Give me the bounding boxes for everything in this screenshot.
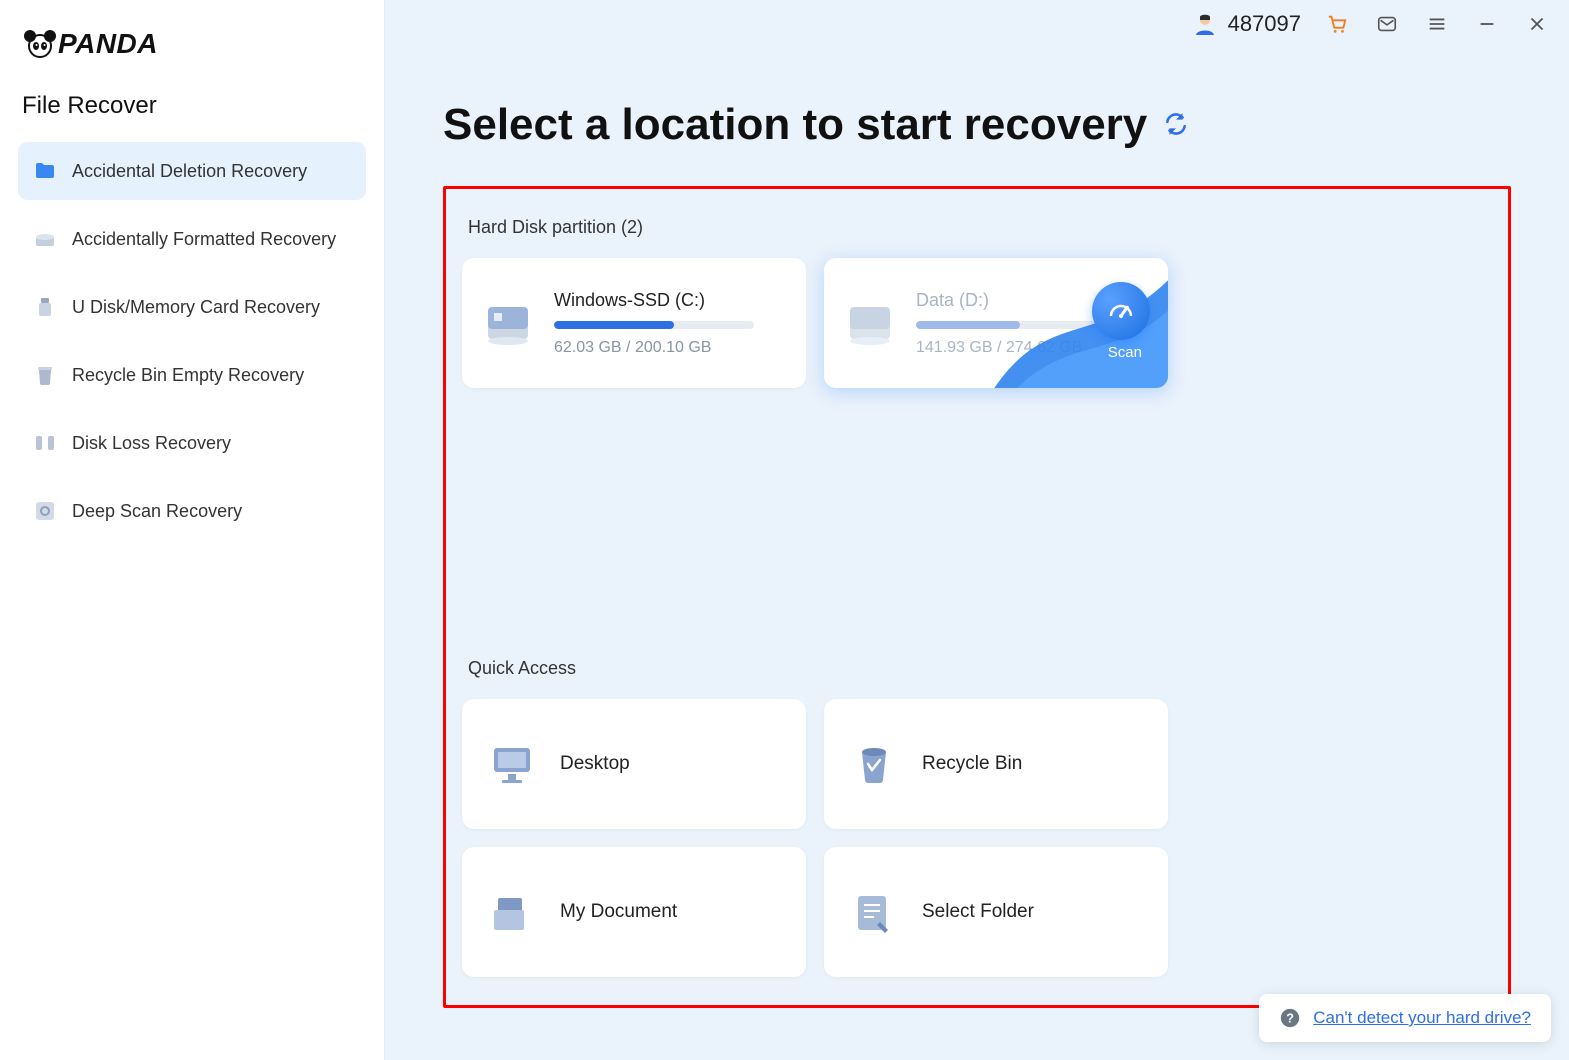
partition-card-d[interactable]: Data (D:) 141.93 GB / 274.62 GB	[824, 258, 1168, 388]
quick-card-desktop[interactable]: Desktop	[462, 699, 806, 829]
quick-card-select-folder[interactable]: Select Folder	[824, 847, 1168, 977]
page-title: Select a location to start recovery	[443, 100, 1147, 150]
select-folder-icon	[848, 886, 900, 938]
sidebar-item-accidental-deletion[interactable]: Accidental Deletion Recovery	[18, 142, 366, 200]
refresh-button[interactable]	[1163, 111, 1191, 139]
hdd-icon	[842, 295, 898, 351]
svg-text:?: ?	[1286, 1011, 1294, 1026]
recycle-bin-icon	[848, 738, 900, 790]
panda-icon	[22, 26, 58, 62]
partition-section-label: Hard Disk partition (2)	[462, 217, 1492, 238]
brand-text: PANDA	[58, 28, 158, 60]
minimize-button[interactable]	[1473, 10, 1501, 38]
sidebar-item-label: U Disk/Memory Card Recovery	[72, 297, 320, 318]
gauge-icon	[1106, 296, 1136, 326]
location-selection-area: Hard Disk partition (2) Windows-SSD (C:)	[443, 186, 1511, 1008]
partition-icon	[32, 430, 58, 456]
sidebar-item-label: Disk Loss Recovery	[72, 433, 231, 454]
quick-label: My Document	[560, 901, 677, 923]
help-icon: ?	[1279, 1007, 1301, 1029]
cart-icon	[1326, 13, 1348, 35]
partition-usage: 62.03 GB / 200.10 GB	[554, 339, 788, 357]
sidebar: PANDA File Recover Accidental Deletion R…	[0, 0, 385, 1060]
sidebar-item-label: Deep Scan Recovery	[72, 501, 242, 522]
usb-icon	[32, 294, 58, 320]
quick-card-recycle-bin[interactable]: Recycle Bin	[824, 699, 1168, 829]
close-button[interactable]	[1523, 10, 1551, 38]
help-bubble[interactable]: ? Can't detect your hard drive?	[1259, 994, 1551, 1042]
trash-icon	[32, 362, 58, 388]
quick-card-my-document[interactable]: My Document	[462, 847, 806, 977]
sidebar-item-recycle-bin[interactable]: Recycle Bin Empty Recovery	[18, 346, 366, 404]
usage-fill	[916, 321, 1020, 329]
scan-icon	[32, 498, 58, 524]
close-icon	[1526, 13, 1548, 35]
sidebar-item-udisk[interactable]: U Disk/Memory Card Recovery	[18, 278, 366, 336]
cart-button[interactable]	[1323, 10, 1351, 38]
refresh-icon	[1163, 111, 1189, 137]
help-link-text: Can't detect your hard drive?	[1313, 1008, 1531, 1028]
quick-access-label: Quick Access	[462, 658, 1492, 679]
scan-label: Scan	[1108, 344, 1142, 361]
quick-label: Desktop	[560, 753, 630, 775]
quick-label: Select Folder	[922, 901, 1034, 923]
sidebar-title: File Recover	[18, 92, 366, 120]
titlebar: 487097	[1192, 10, 1551, 38]
user-badge[interactable]: 487097	[1192, 11, 1301, 37]
hamburger-icon	[1426, 13, 1448, 35]
desktop-icon	[486, 738, 538, 790]
partition-card-c[interactable]: Windows-SSD (C:) 62.03 GB / 200.10 GB	[462, 258, 806, 388]
avatar-icon	[1192, 11, 1218, 37]
folder-icon	[32, 158, 58, 184]
sidebar-item-label: Accidentally Formatted Recovery	[72, 229, 336, 250]
brand-logo: PANDA	[18, 26, 366, 62]
quick-label: Recycle Bin	[922, 753, 1022, 775]
sidebar-item-formatted[interactable]: Accidentally Formatted Recovery	[18, 210, 366, 268]
mail-icon	[1376, 13, 1398, 35]
mail-button[interactable]	[1373, 10, 1401, 38]
sidebar-item-deep-scan[interactable]: Deep Scan Recovery	[18, 482, 366, 540]
partition-name: Windows-SSD (C:)	[554, 290, 788, 311]
usage-bar	[554, 321, 754, 329]
hdd-icon	[480, 295, 536, 351]
scan-button[interactable]	[1092, 282, 1150, 340]
sidebar-item-label: Accidental Deletion Recovery	[72, 161, 307, 182]
user-id: 487097	[1228, 11, 1301, 37]
usage-bar	[916, 321, 1116, 329]
menu-button[interactable]	[1423, 10, 1451, 38]
usage-fill	[554, 321, 674, 329]
minimize-icon	[1476, 13, 1498, 35]
main-area: 487097 Select a location to start recove…	[385, 0, 1569, 1060]
document-folder-icon	[486, 886, 538, 938]
sidebar-item-disk-loss[interactable]: Disk Loss Recovery	[18, 414, 366, 472]
drive-icon	[32, 226, 58, 252]
sidebar-item-label: Recycle Bin Empty Recovery	[72, 365, 304, 386]
